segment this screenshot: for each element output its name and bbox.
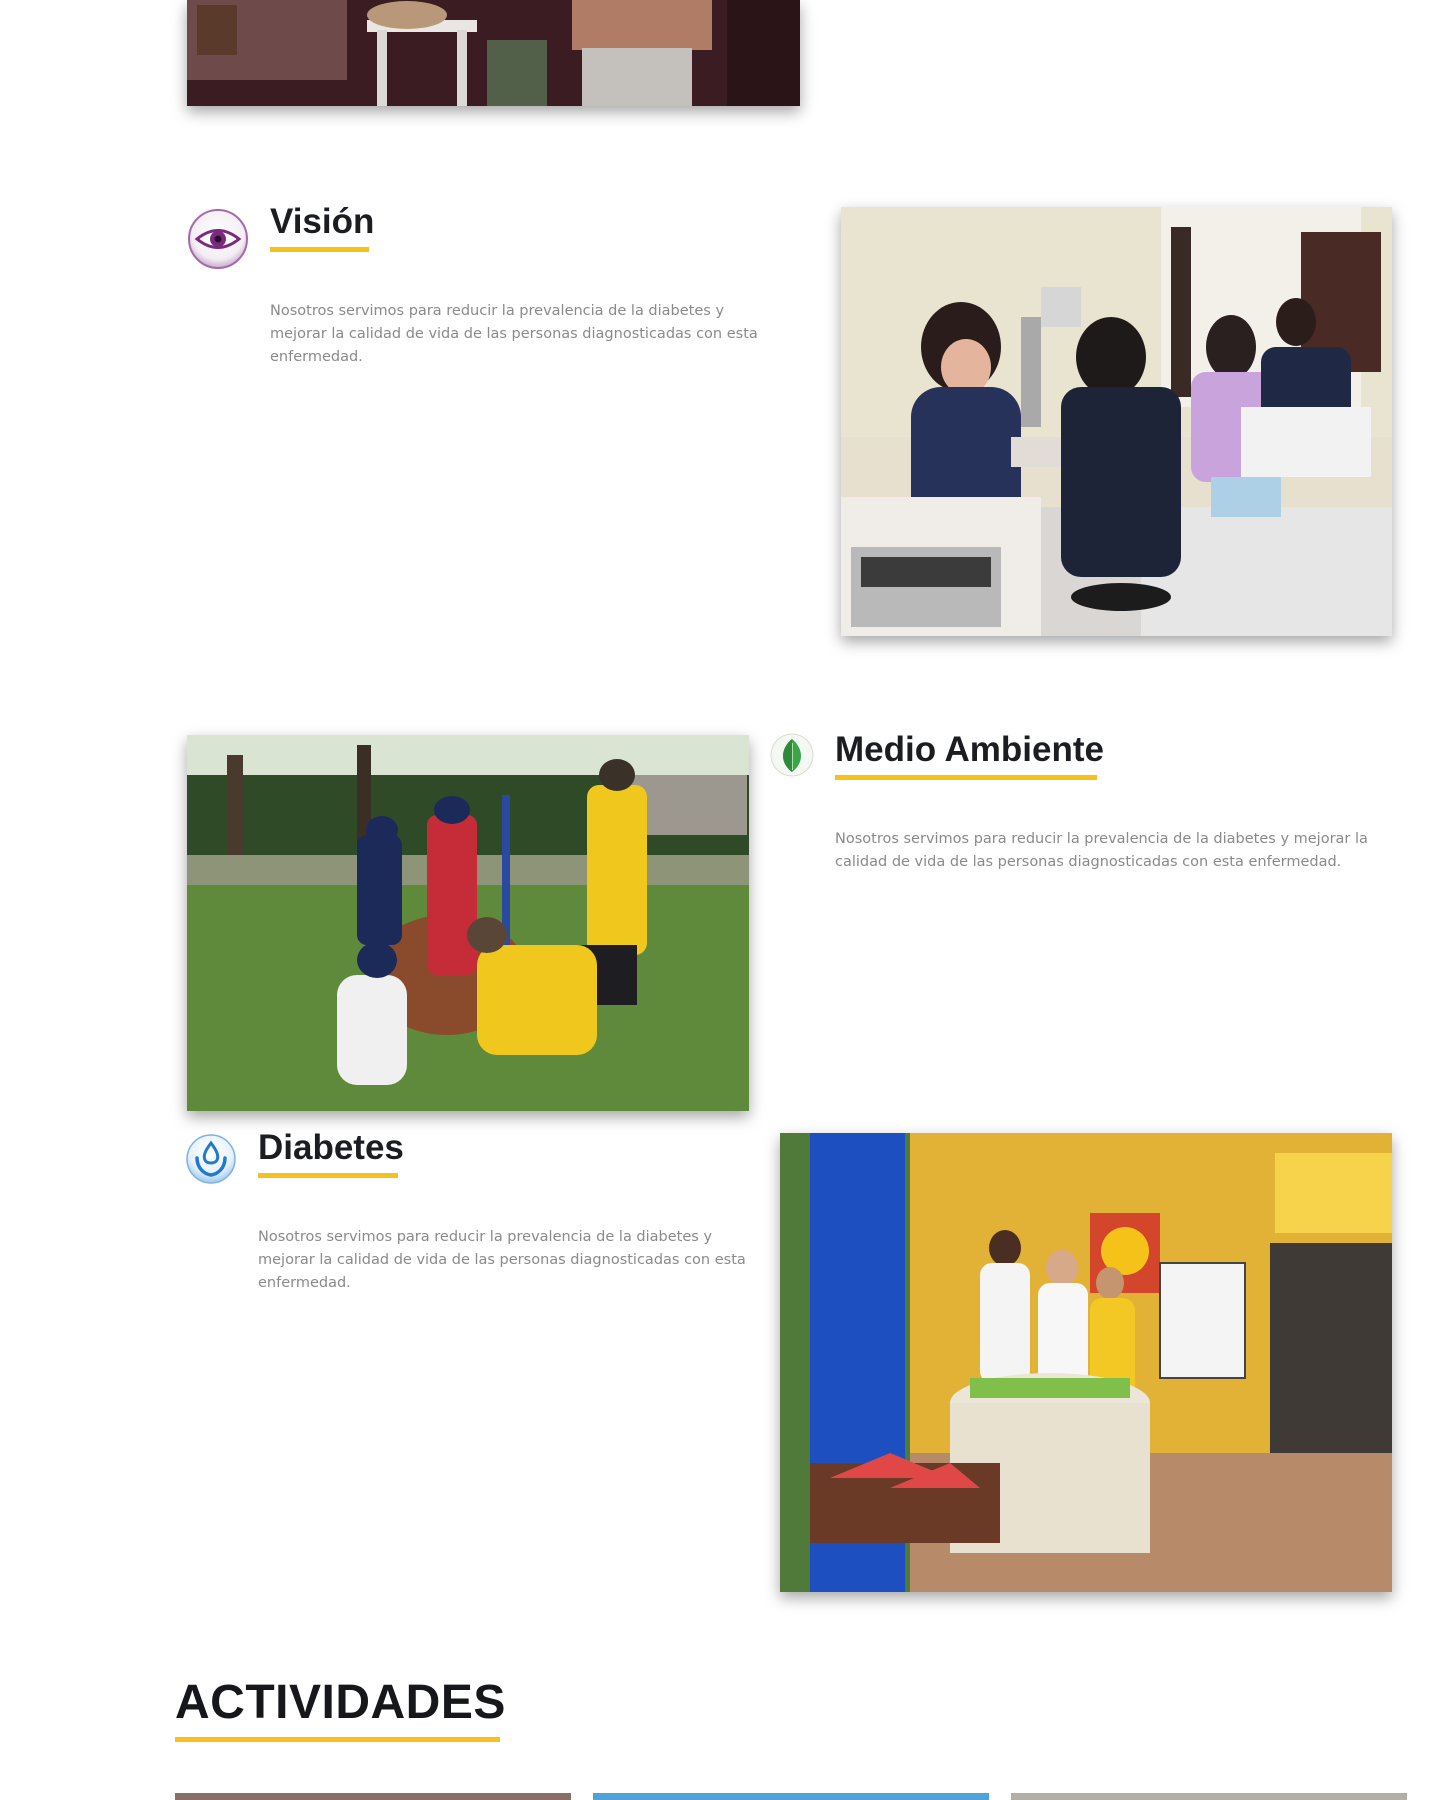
medio-ambiente-title: Medio Ambiente [835, 730, 1104, 769]
medio-ambiente-title-underline [835, 775, 1097, 780]
vision-title: Visión [270, 202, 375, 241]
diabetes-description: Nosotros servimos para reducir la preval… [258, 1229, 746, 1291]
diabetes-booth-photo [780, 1133, 1392, 1592]
diabetes-title-underline [258, 1173, 398, 1178]
activity-card-1[interactable] [175, 1793, 571, 1800]
top-partial-photo [187, 0, 800, 106]
eye-exam-photo [841, 207, 1392, 636]
eye-icon [187, 208, 249, 270]
vision-description: Nosotros servimos para reducir la preval… [270, 303, 758, 365]
diabetes-title: Diabetes [258, 1128, 404, 1167]
activity-card-2[interactable] [593, 1793, 989, 1800]
activity-card-3[interactable] [1011, 1793, 1407, 1800]
medio-ambiente-heading-block: Medio Ambiente [835, 729, 1104, 780]
tree-planting-photo [187, 735, 749, 1111]
leaf-icon [770, 733, 814, 777]
vision-title-underline [270, 247, 369, 252]
activities-title-underline [175, 1737, 500, 1742]
diabetes-heading-block: Diabetes [258, 1127, 404, 1178]
vision-heading-block: Visión [270, 201, 374, 252]
activities-title: ACTIVIDADES [175, 1676, 506, 1729]
medio-ambiente-description: Nosotros servimos para reducir la preval… [835, 831, 1368, 870]
hands-drop-icon [186, 1134, 236, 1184]
